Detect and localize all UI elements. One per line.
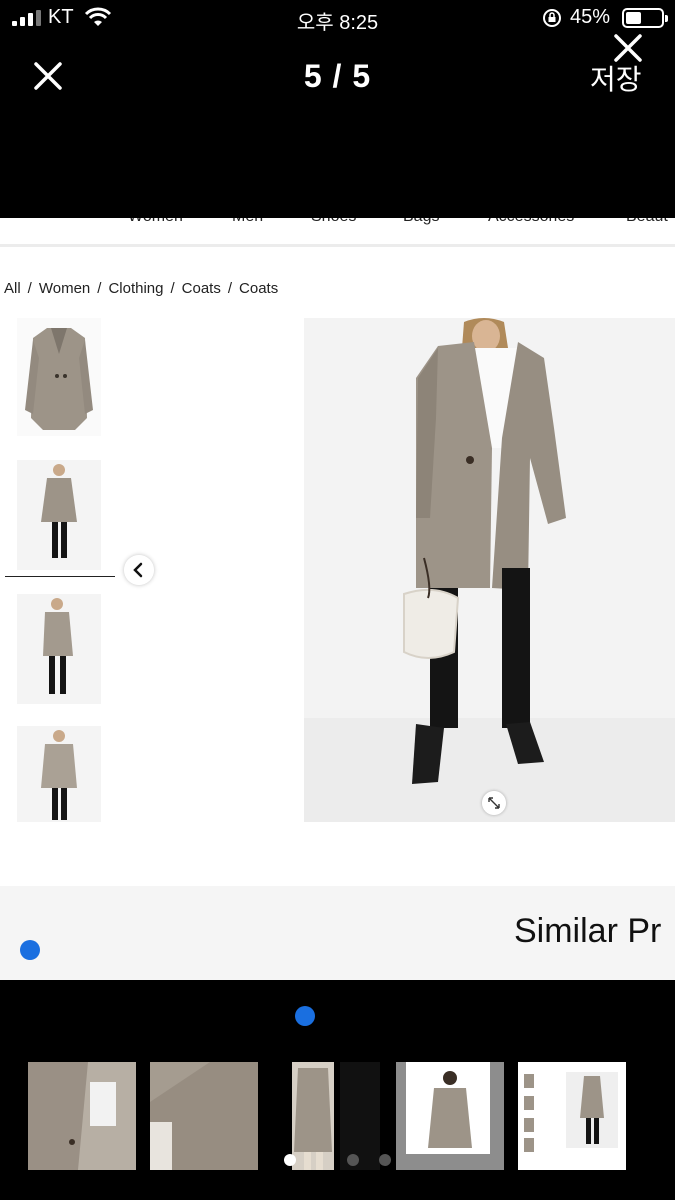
page-dot[interactable] <box>347 1154 359 1166</box>
rotation-lock-icon <box>543 9 561 27</box>
battery-icon <box>622 8 668 28</box>
breadcrumb-item[interactable]: Women <box>39 280 90 297</box>
breadcrumb-item[interactable]: Clothing <box>108 280 163 297</box>
battery-percent: 45% <box>570 6 611 28</box>
coat-icon <box>25 328 93 430</box>
product-thumbnail[interactable] <box>17 726 101 822</box>
model-coat-icon <box>396 1062 504 1170</box>
filmstrip-thumbnail-selected[interactable] <box>518 1062 626 1170</box>
product-page-image: Women Men Shoes Bags Accessories Beaut A… <box>0 218 675 980</box>
model-icon <box>41 464 77 558</box>
photo-viewer: { "status_bar": { "carrier": "KT", "time… <box>0 0 675 1200</box>
model-icon <box>41 730 77 820</box>
nav-item-beauty[interactable]: Beaut <box>626 218 668 226</box>
save-button[interactable]: 저장 <box>590 58 642 98</box>
page-dot-active[interactable] <box>284 1154 296 1166</box>
filmstrip-thumbnail[interactable] <box>340 1062 380 1170</box>
breadcrumb: All / Women / Clothing / Coats / Coats <box>4 280 279 297</box>
filmstrip-thumbnail[interactable] <box>396 1062 504 1170</box>
fabric-closeup-icon <box>150 1062 258 1170</box>
status-bar: KT 오후 8:25 45% <box>0 0 675 36</box>
page-dot[interactable] <box>379 1154 391 1166</box>
product-thumbnail[interactable] <box>17 460 101 570</box>
nav-item-men[interactable]: Men <box>232 218 263 226</box>
filmstrip-thumbnail[interactable] <box>28 1062 136 1170</box>
nav-item-shoes[interactable]: Shoes <box>311 218 356 226</box>
model-wearing-coat-image <box>304 318 675 822</box>
main-product-image[interactable] <box>304 318 675 822</box>
breadcrumb-item[interactable]: All <box>4 280 21 297</box>
coat-hanging-icon <box>292 1062 334 1170</box>
breadcrumb-item[interactable]: Coats <box>182 280 221 297</box>
nav-item-women[interactable]: Women <box>128 218 183 226</box>
product-thumbnail[interactable] <box>17 318 101 436</box>
coat-closeup-icon <box>28 1062 136 1170</box>
similar-products-heading: Similar Pr <box>514 912 662 950</box>
model-icon <box>43 598 73 694</box>
nav-divider <box>0 244 675 247</box>
filmstrip-thumbnail[interactable] <box>150 1062 258 1170</box>
nav-item-bags[interactable]: Bags <box>403 218 439 226</box>
thumbnail-selected-indicator <box>5 576 115 577</box>
breadcrumb-item[interactable]: Coats <box>239 280 278 297</box>
nav-item-accessories[interactable]: Accessories <box>488 218 574 226</box>
category-nav: Women Men Shoes Bags Accessories Beaut <box>0 218 675 234</box>
chevron-left-icon[interactable] <box>124 555 154 585</box>
image-counter: 5 / 5 <box>303 58 372 94</box>
product-page-icon <box>518 1062 626 1170</box>
scroll-indicator-dot <box>295 1006 315 1026</box>
expand-icon[interactable] <box>482 791 506 815</box>
scroll-indicator-dot <box>20 940 40 960</box>
filmstrip-thumbnail[interactable] <box>292 1062 334 1170</box>
product-thumbnail[interactable] <box>17 594 101 704</box>
